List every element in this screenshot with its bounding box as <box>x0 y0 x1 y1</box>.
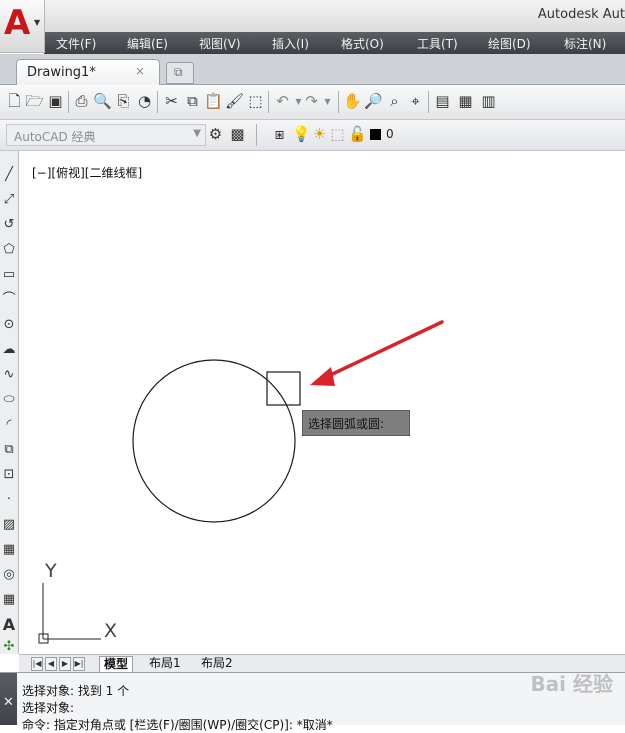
drawing-overlay: X Y <box>38 320 444 644</box>
tab-layout2[interactable]: 布局2 <box>197 656 237 671</box>
first-tab-icon[interactable]: |◀ <box>31 657 43 671</box>
command-history-line: 命令: 指定对角点或 [栏选(F)/圈围(WP)/圈交(CP)]: *取消* <box>22 718 333 732</box>
watermark: Bai 经验 <box>530 672 613 696</box>
command-window-handle[interactable]: ✕ <box>0 673 17 725</box>
tooltip-text: 选择圆弧或圆: <box>308 417 385 431</box>
close-icon[interactable]: ✕ <box>3 695 14 710</box>
command-history-line: 选择对象: <box>22 701 75 715</box>
previous-tab-icon[interactable]: ◀ <box>45 657 57 671</box>
ucs-y-label: Y <box>44 560 57 582</box>
ucs-x-label: X <box>104 620 117 642</box>
last-tab-icon[interactable]: ▶| <box>73 657 85 671</box>
annotation-arrowhead <box>310 367 335 386</box>
command-history-line: 选择对象: 找到 1 个 <box>22 684 130 698</box>
circle-entity <box>132 359 296 523</box>
tab-layout1[interactable]: 布局1 <box>145 656 185 671</box>
dynamic-input-tooltip: 选择圆弧或圆: <box>302 410 410 436</box>
tab-model[interactable]: 模型 <box>99 656 134 672</box>
annotation-arrow-shaft <box>320 320 444 381</box>
next-tab-icon[interactable]: ▶ <box>59 657 71 671</box>
